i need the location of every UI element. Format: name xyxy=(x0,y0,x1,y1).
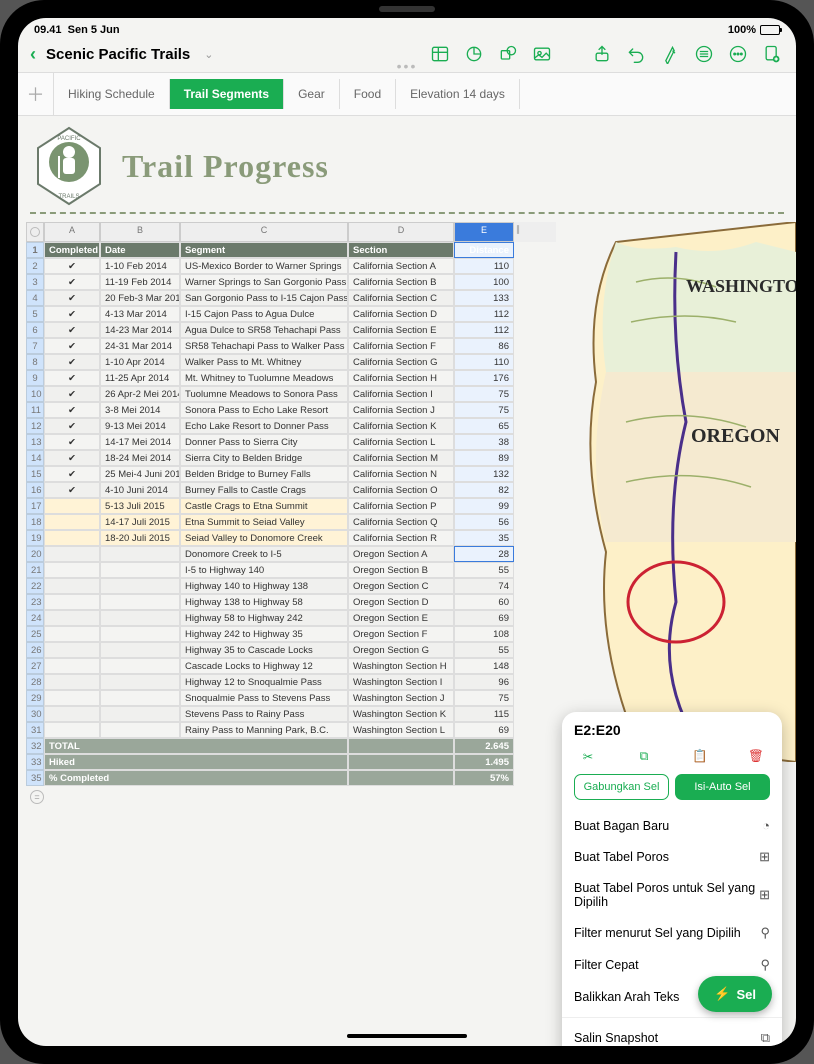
undo-icon[interactable] xyxy=(624,42,648,66)
table-row[interactable]: 3✔11-19 Feb 2014Warner Springs to San Go… xyxy=(26,274,556,290)
summary-row: 33Hiked1.495 xyxy=(26,754,556,770)
paste-icon[interactable]: 📋 xyxy=(686,746,714,766)
back-button[interactable]: ‹ xyxy=(30,44,36,65)
more-icon[interactable] xyxy=(726,42,750,66)
merge-cells-button[interactable]: Gabungkan Sel xyxy=(574,774,669,800)
menu-item[interactable]: Buat Tabel Poros⊞ xyxy=(574,841,770,873)
delete-icon[interactable]: 🗑 xyxy=(742,746,770,766)
share-icon[interactable] xyxy=(590,42,614,66)
table-row[interactable]: 11✔3-8 Mei 2014Sonora Pass to Echo Lake … xyxy=(26,402,556,418)
divider xyxy=(30,212,784,214)
shapes-icon[interactable] xyxy=(496,42,520,66)
table-row[interactable]: 13✔14-17 Mei 2014Donner Pass to Sierra C… xyxy=(26,434,556,450)
table-row[interactable]: 31Rainy Pass to Manning Park, B.C.Washin… xyxy=(26,722,556,738)
tab-trail-segments[interactable]: Trail Segments xyxy=(170,79,284,109)
table-row[interactable]: 20Donomore Creek to I-5Oregon Section A2… xyxy=(26,546,556,562)
format-icon[interactable] xyxy=(658,42,682,66)
table-row[interactable]: 12✔9-13 Mei 2014Echo Lake Resort to Donn… xyxy=(26,418,556,434)
media-icon[interactable] xyxy=(530,42,554,66)
table-row[interactable]: 1814-17 Juli 2015Etna Summit to Seiad Va… xyxy=(26,514,556,530)
table-row[interactable]: 26Highway 35 to Cascade LocksOregon Sect… xyxy=(26,642,556,658)
new-sheet-icon[interactable] xyxy=(760,42,784,66)
document-title[interactable]: Scenic Pacific Trails xyxy=(46,46,190,63)
table-row[interactable]: 24Highway 58 to Highway 242Oregon Sectio… xyxy=(26,610,556,626)
table-row[interactable]: 25Highway 242 to Highway 35Oregon Sectio… xyxy=(26,626,556,642)
table-row[interactable]: 30Stevens Pass to Rainy PassWashington S… xyxy=(26,706,556,722)
clock: 09.41 xyxy=(34,24,62,36)
table-row[interactable]: 2✔1-10 Feb 2014US-Mexico Border to Warne… xyxy=(26,258,556,274)
table-row[interactable]: 23Highway 138 to Highway 58Oregon Sectio… xyxy=(26,594,556,610)
tab-elevation-14-days[interactable]: Elevation 14 days xyxy=(396,79,520,109)
autofill-button[interactable]: Isi-Auto Sel xyxy=(675,774,770,800)
svg-text:TRAILS: TRAILS xyxy=(58,194,79,200)
table-row[interactable]: 4✔20 Feb-3 Mar 2014San Gorgonio Pass to … xyxy=(26,290,556,306)
summary-row: 32TOTAL2.645 xyxy=(26,738,556,754)
table-row[interactable]: 9✔11-25 Apr 2014Mt. Whitney to Tuolumne … xyxy=(26,370,556,386)
svg-text:OREGON: OREGON xyxy=(691,425,780,447)
home-indicator[interactable] xyxy=(347,1034,467,1038)
table-row[interactable]: 10✔26 Apr-2 Mei 2014Tuolumne Meadows to … xyxy=(26,386,556,402)
table-row[interactable]: 27Cascade Locks to Highway 12Washington … xyxy=(26,658,556,674)
table-row[interactable]: 28Highway 12 to Snoqualmie PassWashingto… xyxy=(26,674,556,690)
summary-row: 35% Completed57% xyxy=(26,770,556,786)
map-illustration: WASHINGTON OREGON xyxy=(576,222,796,762)
table-row[interactable]: 5✔4-13 Mar 2014I-15 Cajon Pass to Agua D… xyxy=(26,306,556,322)
organize-icon[interactable] xyxy=(692,42,716,66)
title-chevron-icon[interactable]: ⌄ xyxy=(204,48,213,61)
snapshot-icon: ⧉ xyxy=(761,1030,770,1046)
add-sheet-button[interactable]: ＋ xyxy=(18,73,54,115)
table-row[interactable]: 175-13 Juli 2015Castle Crags to Etna Sum… xyxy=(26,498,556,514)
table-row[interactable]: 7✔24-31 Mar 2014SR58 Tehachapi Pass to W… xyxy=(26,338,556,354)
device-notch xyxy=(379,6,435,12)
table-row[interactable]: 8✔1-10 Apr 2014Walker Pass to Mt. Whitne… xyxy=(26,354,556,370)
menu-item[interactable]: Filter menurut Sel yang Dipilih⚲ xyxy=(574,917,770,949)
spreadsheet[interactable]: A B C D E ∥ 1CompletedDateSegmentSection… xyxy=(26,222,556,804)
sheet-tabs: ＋ Hiking ScheduleTrail SegmentsGearFoodE… xyxy=(18,72,796,116)
battery-pct: 100% xyxy=(728,24,756,36)
chart-icon[interactable] xyxy=(462,42,486,66)
page-title: Trail Progress xyxy=(122,148,329,185)
formula-handle[interactable]: = xyxy=(30,790,44,804)
tab-hiking-schedule[interactable]: Hiking Schedule xyxy=(54,79,170,109)
menu-item[interactable]: Buat Tabel Poros untuk Sel yang Dipilih⊞ xyxy=(574,873,770,917)
table-row[interactable]: 6✔14-23 Mar 2014Agua Dulce to SR58 Tehac… xyxy=(26,322,556,338)
trail-logo: PACIFIC TRAILS xyxy=(34,126,104,206)
svg-text:PACIFIC: PACIFIC xyxy=(57,136,81,142)
table-row[interactable]: 22Highway 140 to Highway 138Oregon Secti… xyxy=(26,578,556,594)
selection-range: E2:E20 xyxy=(574,722,770,738)
svg-text:WASHINGTON: WASHINGTON xyxy=(686,276,796,296)
status-bar: 09.41 Sen 5 Jun 100% xyxy=(18,18,796,36)
table-row[interactable]: 16✔4-10 Juni 2014Burney Falls to Castle … xyxy=(26,482,556,498)
copy-icon[interactable]: ⧉ xyxy=(630,746,658,766)
table-row[interactable]: 21I-5 to Highway 140Oregon Section B55 xyxy=(26,562,556,578)
cut-icon[interactable]: ✂ xyxy=(574,746,602,766)
table-row[interactable]: 29Snoqualmie Pass to Stevens PassWashing… xyxy=(26,690,556,706)
tab-food[interactable]: Food xyxy=(340,79,396,109)
table-row[interactable]: 15✔25 Mei-4 Juni 2014Belden Bridge to Bu… xyxy=(26,466,556,482)
cell-fab[interactable]: ⚡ Sel xyxy=(698,976,772,1012)
bolt-icon: ⚡ xyxy=(714,986,730,1002)
table-icon[interactable] xyxy=(428,42,452,66)
table-row[interactable]: 1918-20 Juli 2015Seiad Valley to Donomor… xyxy=(26,530,556,546)
column-headers[interactable]: A B C D E ∥ xyxy=(26,222,556,242)
tab-gear[interactable]: Gear xyxy=(284,79,340,109)
table-row[interactable]: 14✔18-24 Mei 2014Sierra City to Belden B… xyxy=(26,450,556,466)
status-date: Sen 5 Jun xyxy=(68,24,120,36)
multitask-dots[interactable]: ••• xyxy=(397,58,418,74)
menu-snapshot[interactable]: Salin Snapshot⧉ xyxy=(574,1022,770,1046)
menu-item[interactable]: Buat Bagan Baru◔ xyxy=(574,810,770,841)
battery-icon xyxy=(760,25,780,35)
